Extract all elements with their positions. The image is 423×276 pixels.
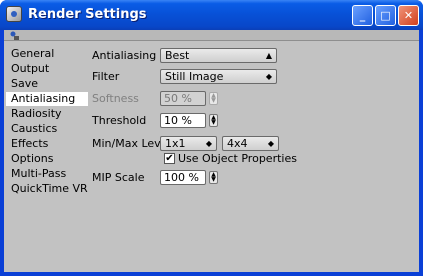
app-icon [6,6,22,22]
client-area: General Output Save Antialiasing Radiosi… [4,30,419,272]
minimize-button[interactable]: _ [352,5,373,26]
min-level-dropdown[interactable]: 1x1 ◆ [160,136,217,151]
dropdown-arrow-icon: ◆ [205,139,212,148]
softness-field: 50 % [160,91,206,106]
max-level-dropdown[interactable]: 4x4 ◆ [222,136,279,151]
title-bar[interactable]: Render Settings _ □ ✕ [0,0,423,30]
mip-scale-spinner-icon[interactable]: ▲ ▼ [209,171,218,184]
mip-scale-label: MIP Scale [92,171,145,184]
use-object-properties-label: Use Object Properties [178,152,297,165]
mip-scale-field[interactable]: 100 % [160,170,206,185]
sidebar-item-general[interactable]: General [6,47,88,61]
softness-label: Softness [92,92,139,105]
sidebar-item-antialiasing[interactable]: Antialiasing [6,92,88,106]
sidebar-item-multi-pass[interactable]: Multi-Pass [6,167,88,181]
tool-icon[interactable] [10,31,20,41]
threshold-label: Threshold [92,114,147,127]
threshold-spinner-icon[interactable]: ▲ ▼ [209,114,218,127]
min-level-value: 1x1 [165,137,186,150]
max-level-value: 4x4 [227,137,248,150]
filter-label: Filter [92,70,120,83]
window-title: Render Settings [28,7,147,22]
maximize-button[interactable]: □ [375,5,396,26]
toolbar [4,30,419,41]
sidebar-item-options[interactable]: Options [6,152,88,166]
threshold-field[interactable]: 10 % [160,113,206,128]
sidebar-item-radiosity[interactable]: Radiosity [6,107,88,121]
dropdown-arrow-icon: ◆ [265,72,272,81]
minmax-level-label: Min/Max Level [92,137,171,150]
sidebar-item-quicktime-vr[interactable]: QuickTime VR [6,182,88,196]
softness-spinner-icon: ▲ ▼ [209,92,218,105]
sidebar: General Output Save Antialiasing Radiosi… [4,45,88,245]
filter-dropdown[interactable]: Still Image ◆ [160,69,277,84]
filter-value: Still Image [165,70,224,83]
use-object-properties-checkbox[interactable]: ✔ [164,153,175,164]
dropdown-arrow-icon: ▲ [265,51,272,60]
dropdown-arrow-icon: ◆ [267,139,274,148]
close-button[interactable]: ✕ [398,5,419,26]
sidebar-item-output[interactable]: Output [6,62,88,76]
render-settings-window: Render Settings _ □ ✕ General Output Sav… [0,0,423,276]
antialiasing-label: Antialiasing [92,49,157,62]
antialiasing-value: Best [165,49,190,62]
sidebar-item-caustics[interactable]: Caustics [6,122,88,136]
sidebar-item-effects[interactable]: Effects [6,137,88,151]
sidebar-item-save[interactable]: Save [6,77,88,91]
antialiasing-dropdown[interactable]: Best ▲ [160,48,277,63]
